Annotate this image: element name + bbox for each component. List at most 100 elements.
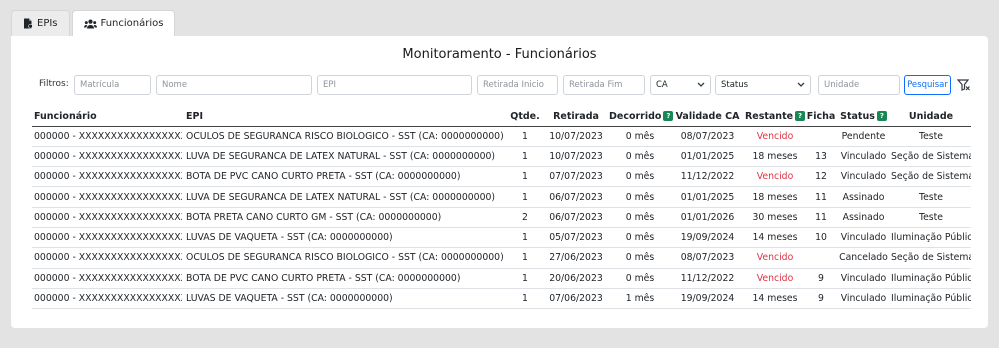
- cell-funcionario: 000000 - XXXXXXXXXXXXXXXXX: [32, 268, 182, 289]
- help-badge-icon[interactable]: ?: [795, 111, 806, 122]
- retirada-inicio-input[interactable]: [477, 75, 558, 95]
- table-row[interactable]: 000000 - XXXXXXXXXXXXXXXXX LUVA DE SEGURA…: [32, 186, 971, 208]
- table-row[interactable]: 000000 - XXXXXXXXXXXXXXXXX LUVA DE SEGURA…: [32, 146, 971, 168]
- cell-decorrido: 0 mês: [609, 146, 671, 168]
- header-unidade[interactable]: Unidade: [891, 108, 971, 127]
- cell-validade: 19/09/2024: [671, 288, 744, 310]
- monitoring-panel: Monitoramento - Funcionários Filtros: CA…: [11, 36, 988, 328]
- page-title: Monitoramento - Funcionários: [402, 47, 597, 62]
- table-row[interactable]: 000000 - XXXXXXXXXXXXXXXXX LUVAS DE VAQUE…: [32, 288, 971, 310]
- cell-ficha: 9: [806, 268, 836, 289]
- table-row[interactable]: 000000 - XXXXXXXXXXXXXXXXX LUVAS DE VAQUE…: [32, 227, 971, 249]
- cell-qtde: 2: [507, 207, 543, 228]
- cell-decorrido: 0 mês: [609, 186, 671, 208]
- table-row[interactable]: 000000 - XXXXXXXXXXXXXXXXX OCULOS DE SEGU…: [32, 126, 971, 147]
- cell-status: Vinculado: [836, 268, 891, 289]
- employees-table: Funcionário EPI Qtde. Retirada Decorrido…: [32, 108, 971, 310]
- matricula-input[interactable]: [74, 75, 151, 95]
- cell-funcionario: 000000 - XXXXXXXXXXXXXXXXX: [32, 126, 182, 147]
- table-row[interactable]: 000000 - XXXXXXXXXXXXXXXXX BOTA DE PVC CA…: [32, 166, 971, 188]
- header-funcionario[interactable]: Funcionário: [32, 108, 182, 127]
- cell-epi: LUVAS DE VAQUETA - SST (CA: 0000000000): [182, 227, 507, 249]
- search-button[interactable]: Pesquisar: [904, 75, 951, 95]
- cell-ficha: 12: [806, 166, 836, 188]
- status-select-value: Status: [721, 80, 749, 90]
- cell-retirada: 06/07/2023: [543, 186, 609, 208]
- retirada-fim-input[interactable]: [563, 75, 645, 95]
- cell-restante: Vencido: [744, 166, 806, 188]
- status-select[interactable]: Status: [715, 75, 811, 95]
- cell-epi: OCULOS DE SEGURANCA RISCO BIOLOGICO - SS…: [182, 126, 507, 147]
- cell-unidade: Seção de Sistemas: [891, 166, 971, 188]
- cell-retirada: 20/06/2023: [543, 268, 609, 289]
- cell-status: Vinculado: [836, 146, 891, 168]
- header-validade[interactable]: Validade CA: [671, 108, 744, 127]
- cell-epi: BOTA DE PVC CANO CURTO PRETA - SST (CA: …: [182, 166, 507, 188]
- tab-bar: EPIs Funcionários: [11, 10, 176, 36]
- cell-qtde: 1: [507, 146, 543, 168]
- cell-epi: OCULOS DE SEGURANCA RISCO BIOLOGICO - SS…: [182, 247, 507, 269]
- cell-validade: 19/09/2024: [671, 227, 744, 249]
- filter-bar: Filtros: CA Status Pesquisar: [11, 75, 988, 95]
- header-epi[interactable]: EPI: [182, 108, 507, 127]
- cell-qtde: 1: [507, 247, 543, 269]
- cell-decorrido: 0 mês: [609, 227, 671, 249]
- header-restante[interactable]: Restante?: [744, 108, 806, 127]
- cell-retirada: 06/07/2023: [543, 207, 609, 228]
- cell-funcionario: 000000 - XXXXXXXXXXXXXXXXX: [32, 207, 182, 228]
- cell-qtde: 1: [507, 186, 543, 208]
- cell-status: Pendente: [836, 126, 891, 147]
- cell-epi: BOTA PRETA CANO CURTO GM - SST (CA: 0000…: [182, 207, 507, 228]
- header-decorrido[interactable]: Decorrido?: [609, 108, 674, 127]
- cell-decorrido: 1 mês: [609, 288, 671, 310]
- cell-ficha: 11: [806, 186, 836, 208]
- cell-qtde: 1: [507, 288, 543, 310]
- cell-retirada: 07/06/2023: [543, 288, 609, 310]
- header-qtde[interactable]: Qtde.: [507, 108, 543, 127]
- cell-unidade: Iluminação Pública: [891, 268, 971, 289]
- cell-unidade: Seção de Sistemas: [891, 247, 971, 269]
- help-badge-icon[interactable]: ?: [876, 111, 887, 122]
- filter-clear-icon[interactable]: [956, 78, 971, 92]
- cell-epi: LUVA DE SEGURANCA DE LATEX NATURAL - SST…: [182, 186, 507, 208]
- cell-validade: 11/12/2022: [671, 166, 744, 188]
- nome-input[interactable]: [156, 75, 312, 95]
- cell-decorrido: 0 mês: [609, 247, 671, 269]
- cell-funcionario: 000000 - XXXXXXXXXXXXXXXXX: [32, 186, 182, 208]
- cell-retirada: 07/07/2023: [543, 166, 609, 188]
- header-status-label: Status: [840, 111, 875, 123]
- cell-unidade: Seção de Sistemas: [891, 146, 971, 168]
- help-badge-icon[interactable]: ?: [663, 111, 674, 122]
- cell-retirada: 27/06/2023: [543, 247, 609, 269]
- cell-status: Assinado: [836, 186, 891, 208]
- cell-validade: 01/01/2026: [671, 207, 744, 228]
- ca-select[interactable]: CA: [650, 75, 711, 95]
- cell-unidade: Teste: [891, 186, 971, 208]
- cell-funcionario: 000000 - XXXXXXXXXXXXXXXXX: [32, 166, 182, 188]
- cell-restante: Vencido: [744, 247, 806, 269]
- header-retirada[interactable]: Retirada: [543, 108, 609, 127]
- users-icon: [83, 19, 97, 29]
- tab-epis-label: EPIs: [37, 18, 58, 29]
- cell-status: Vinculado: [836, 166, 891, 188]
- cell-validade: 11/12/2022: [671, 268, 744, 289]
- tab-epis[interactable]: EPIs: [11, 10, 70, 36]
- ca-select-value: CA: [656, 80, 668, 90]
- epi-input[interactable]: [317, 75, 472, 95]
- cell-restante: 30 meses: [744, 207, 806, 228]
- cell-decorrido: 0 mês: [609, 207, 671, 228]
- cell-decorrido: 0 mês: [609, 166, 671, 188]
- cell-status: Vinculado: [836, 288, 891, 310]
- cell-decorrido: 0 mês: [609, 268, 671, 289]
- table-row[interactable]: 000000 - XXXXXXXXXXXXXXXXX BOTA PRETA CAN…: [32, 207, 971, 228]
- table-header-row: Funcionário EPI Qtde. Retirada Decorrido…: [32, 108, 971, 127]
- table-row[interactable]: 000000 - XXXXXXXXXXXXXXXXX OCULOS DE SEGU…: [32, 247, 971, 269]
- cell-unidade: Iluminação Pública: [891, 227, 971, 249]
- cell-validade: 08/07/2023: [671, 126, 744, 147]
- header-ficha[interactable]: Ficha: [806, 108, 836, 127]
- unidade-input[interactable]: [818, 75, 900, 95]
- header-status[interactable]: Status?: [836, 108, 891, 127]
- table-row[interactable]: 000000 - XXXXXXXXXXXXXXXXX BOTA DE PVC CA…: [32, 268, 971, 289]
- tab-funcionarios[interactable]: Funcionários: [71, 10, 176, 36]
- header-decorrido-label: Decorrido: [609, 111, 662, 123]
